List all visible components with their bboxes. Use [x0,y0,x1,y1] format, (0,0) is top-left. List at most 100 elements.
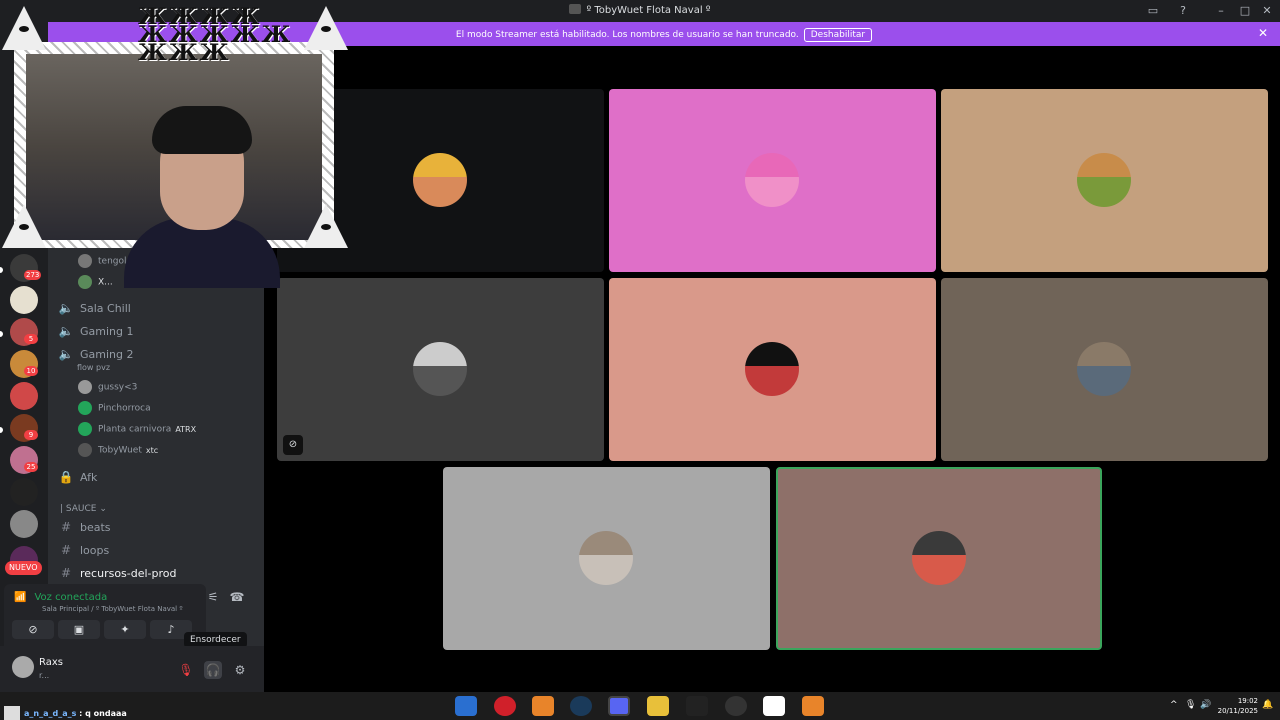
voice-user[interactable]: X... [78,275,113,291]
unread-badge: 10 [24,366,38,376]
video-tile[interactable] [443,467,770,650]
video-tile[interactable] [609,89,936,272]
capcut-icon[interactable] [763,696,785,716]
channel-status: flow pvz [77,363,111,372]
voice-channel-sala-chill[interactable]: 🔈 Sala Chill [58,301,131,319]
avatar [745,342,799,396]
flstudio-icon[interactable] [802,696,824,716]
obs-icon[interactable] [725,696,747,716]
activities-button[interactable]: ✦ [104,620,146,639]
voice-location[interactable]: Sala Principal / º TobyWuet Flota Naval … [42,605,183,613]
text-channel-loops[interactable]: # loops [58,543,109,561]
video-tile[interactable]: ⊘ [277,278,604,461]
username: Raxs [39,657,63,668]
speaker-icon: 🔈 [58,347,74,361]
voice-channel-afk[interactable]: 🔒 Afk [58,470,98,488]
avatar [579,531,633,585]
avatar [1077,342,1131,396]
hash-icon: # [60,520,72,534]
epic-games-icon[interactable] [686,696,708,716]
clock[interactable]: 19:02 20/11/2025 [1218,696,1258,716]
lyric-overlay: a_n_a_d_a_s : q ondaaa [4,706,127,720]
headphones-icon[interactable]: 🎧 [204,661,222,679]
avatar [78,443,92,457]
overlay-logo: ЖЖЖЖ ЖЖЖЖЖ ЖЖЖ [138,4,293,66]
avatar [745,153,799,207]
file-explorer-icon[interactable] [647,696,669,716]
screen-share-button[interactable]: ▣ [58,620,100,639]
minimize-button[interactable]: – [1213,3,1229,19]
maximize-button[interactable]: □ [1237,3,1253,19]
steam-icon[interactable] [570,696,592,716]
voice-status: 📶 Voz conectada [14,592,108,603]
category-sauce[interactable]: | SAUCE ⌄ [60,504,107,514]
avatar[interactable] [12,656,34,678]
inbox-icon[interactable]: ▭ [1145,3,1161,19]
clan-tag: xtc [145,445,159,455]
avatar [413,342,467,396]
disconnect-icon[interactable]: ☎ [228,588,246,606]
unread-pill [0,427,3,433]
avatar [78,275,92,289]
avatar [1077,153,1131,207]
text-channel-recursos[interactable]: # recursos-del-prod [58,566,177,584]
volume-icon[interactable]: 🔊 [1200,700,1211,710]
server-icon-9[interactable] [10,510,38,538]
microphone-icon[interactable]: 🎙 [1185,700,1196,710]
video-tile[interactable] [941,278,1268,461]
avatar [78,401,92,415]
flstudio-icon[interactable] [532,696,554,716]
mute-icon[interactable]: 🎙 [177,661,195,679]
video-tile[interactable] [609,278,936,461]
user-status: r... [39,671,50,680]
webcam-overlay: ЖЖЖЖ ЖЖЖЖЖ ЖЖЖ [0,4,348,288]
unread-badge: 5 [24,334,38,344]
noise-suppression-icon[interactable]: ⚟ [204,588,222,606]
notification-icon[interactable]: 🔔 [1262,700,1273,710]
video-tile-speaking[interactable] [776,467,1102,650]
voice-user[interactable]: gussy<3 [78,380,137,396]
eye-triangle-icon [2,204,46,248]
disable-streamer-button[interactable]: Deshabilitar [803,28,873,42]
unread-pill [0,267,3,273]
avatar [78,380,92,394]
camera-button[interactable]: ⊘ [12,620,54,639]
voice-user[interactable]: Planta carnivora ATRX [78,422,196,438]
unread-badge: 9 [24,430,38,440]
banner-text: El modo Streamer está habilitado. Los no… [455,30,799,40]
voice-user[interactable]: TobyWuet xtc [78,443,158,459]
video-tile[interactable] [941,89,1268,272]
webcam-video [26,54,322,288]
gear-icon[interactable]: ⚙ [231,661,249,679]
help-icon[interactable]: ? [1175,3,1191,19]
server-icon-2[interactable] [10,286,38,314]
opera-icon[interactable] [494,696,516,716]
speaker-icon: 🔈 [58,301,74,315]
text-channel-beats[interactable]: # beats [58,520,111,538]
server-icon-5[interactable] [10,382,38,410]
close-icon[interactable]: ✕ [1258,26,1268,40]
start-icon[interactable] [4,706,20,720]
hash-icon: # [60,566,72,580]
eye-triangle-icon [304,6,348,50]
discord-icon[interactable] [608,696,630,716]
new-badge[interactable]: NUEVO [5,561,42,575]
avatar [912,531,966,585]
vscode-icon[interactable] [455,696,477,716]
eye-triangle-icon [2,6,46,50]
taskbar: a_n_a_d_a_s : q ondaaa ^ 🎙 🔊 19:02 20/11/… [0,692,1280,720]
close-window-button[interactable]: ✕ [1259,3,1275,19]
unread-pill [0,331,3,337]
chevron-up-icon[interactable]: ^ [1170,700,1178,710]
unread-badge: 25 [24,462,38,472]
avatar [78,422,92,436]
signal-icon: 📶 [14,592,27,603]
avatar [413,153,467,207]
unread-badge: 273 [24,270,42,280]
avatar [78,254,92,268]
eye-triangle-icon [304,204,348,248]
server-icon-8[interactable] [10,478,38,506]
voice-user[interactable]: Pinchorroca [78,401,151,417]
voice-channel-gaming-1[interactable]: 🔈 Gaming 1 [58,324,134,342]
speaker-icon: 🔈 [58,324,74,338]
